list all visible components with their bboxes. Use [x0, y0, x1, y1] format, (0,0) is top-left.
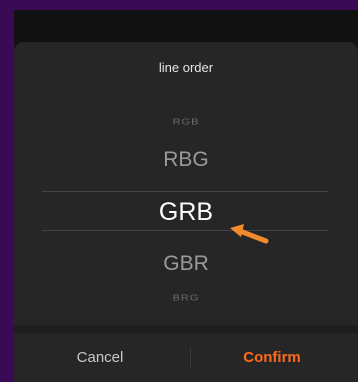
dialog-title: line order — [158, 60, 214, 75]
cancel-button[interactable]: Cancel — [14, 333, 186, 382]
arrow-icon — [230, 224, 269, 244]
picker-option-rgb[interactable]: RGB — [14, 118, 358, 127]
picker-option-gbr[interactable]: GBR — [14, 252, 358, 276]
picker-option-brg[interactable]: BRG — [14, 294, 358, 303]
picker-footer-separator — [14, 325, 358, 333]
dialog-button-bar: Cancel Confirm — [14, 333, 358, 382]
picker-option-grb-selected[interactable]: GRB — [14, 198, 358, 227]
picker-option-rbg[interactable]: RBG — [14, 148, 358, 172]
selection-bottom-line — [42, 230, 328, 231]
selection-top-line — [42, 191, 328, 192]
confirm-button[interactable]: Confirm — [186, 333, 358, 382]
line-order-dialog: line order RGB RBG GRB GBR BRG Cancel Co… — [14, 42, 358, 382]
line-order-picker[interactable]: RGB RBG GRB GBR BRG — [14, 92, 358, 337]
